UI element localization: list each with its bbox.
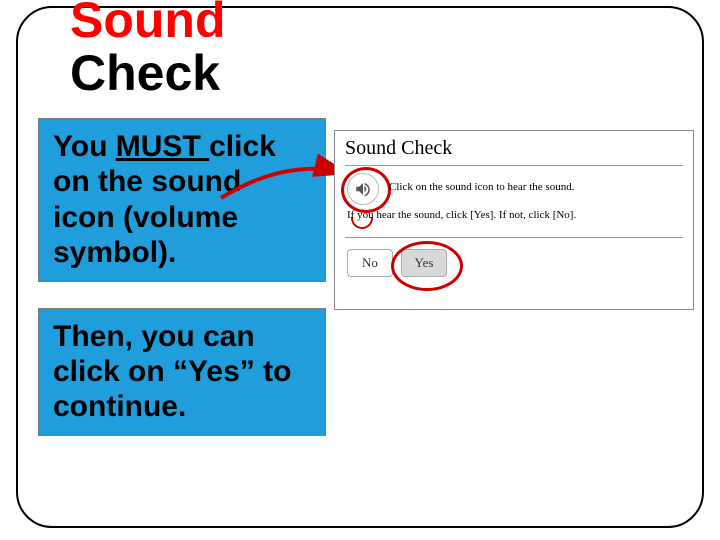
- slide: Sound Check You MUST click on the sound …: [0, 0, 720, 540]
- instruction-box-2: Then, you can click on “Yes” to continue…: [38, 308, 326, 436]
- instr1-pre: You: [53, 130, 116, 163]
- callout-circle-yes: [391, 241, 463, 291]
- instruction-text-1: You MUST click on the sound icon (volume…: [53, 129, 311, 271]
- no-label: No: [362, 255, 378, 271]
- instruction-box-1: You MUST click on the sound icon (volume…: [38, 118, 326, 282]
- title-line-1: Sound: [70, 0, 226, 48]
- title-line-2: Check: [70, 45, 220, 101]
- no-button[interactable]: No: [347, 249, 393, 277]
- panel-divider-2: [345, 237, 683, 238]
- panel-instruction-2: If you hear the sound, click [Yes]. If n…: [347, 209, 576, 221]
- panel-divider-1: [345, 165, 683, 166]
- instr1-must: MUST: [116, 130, 209, 163]
- instruction-text-2: Then, you can click on “Yes” to continue…: [53, 319, 311, 425]
- panel-title: Sound Check: [345, 137, 452, 160]
- instruction-column: You MUST click on the sound icon (volume…: [38, 118, 326, 462]
- callout-circle-icon: [341, 167, 391, 213]
- panel-instruction-1: Click on the sound icon to hear the soun…: [389, 181, 574, 193]
- sound-check-panel: Sound Check Click on the sound icon to h…: [334, 130, 694, 310]
- slide-title: Sound Check: [70, 0, 226, 99]
